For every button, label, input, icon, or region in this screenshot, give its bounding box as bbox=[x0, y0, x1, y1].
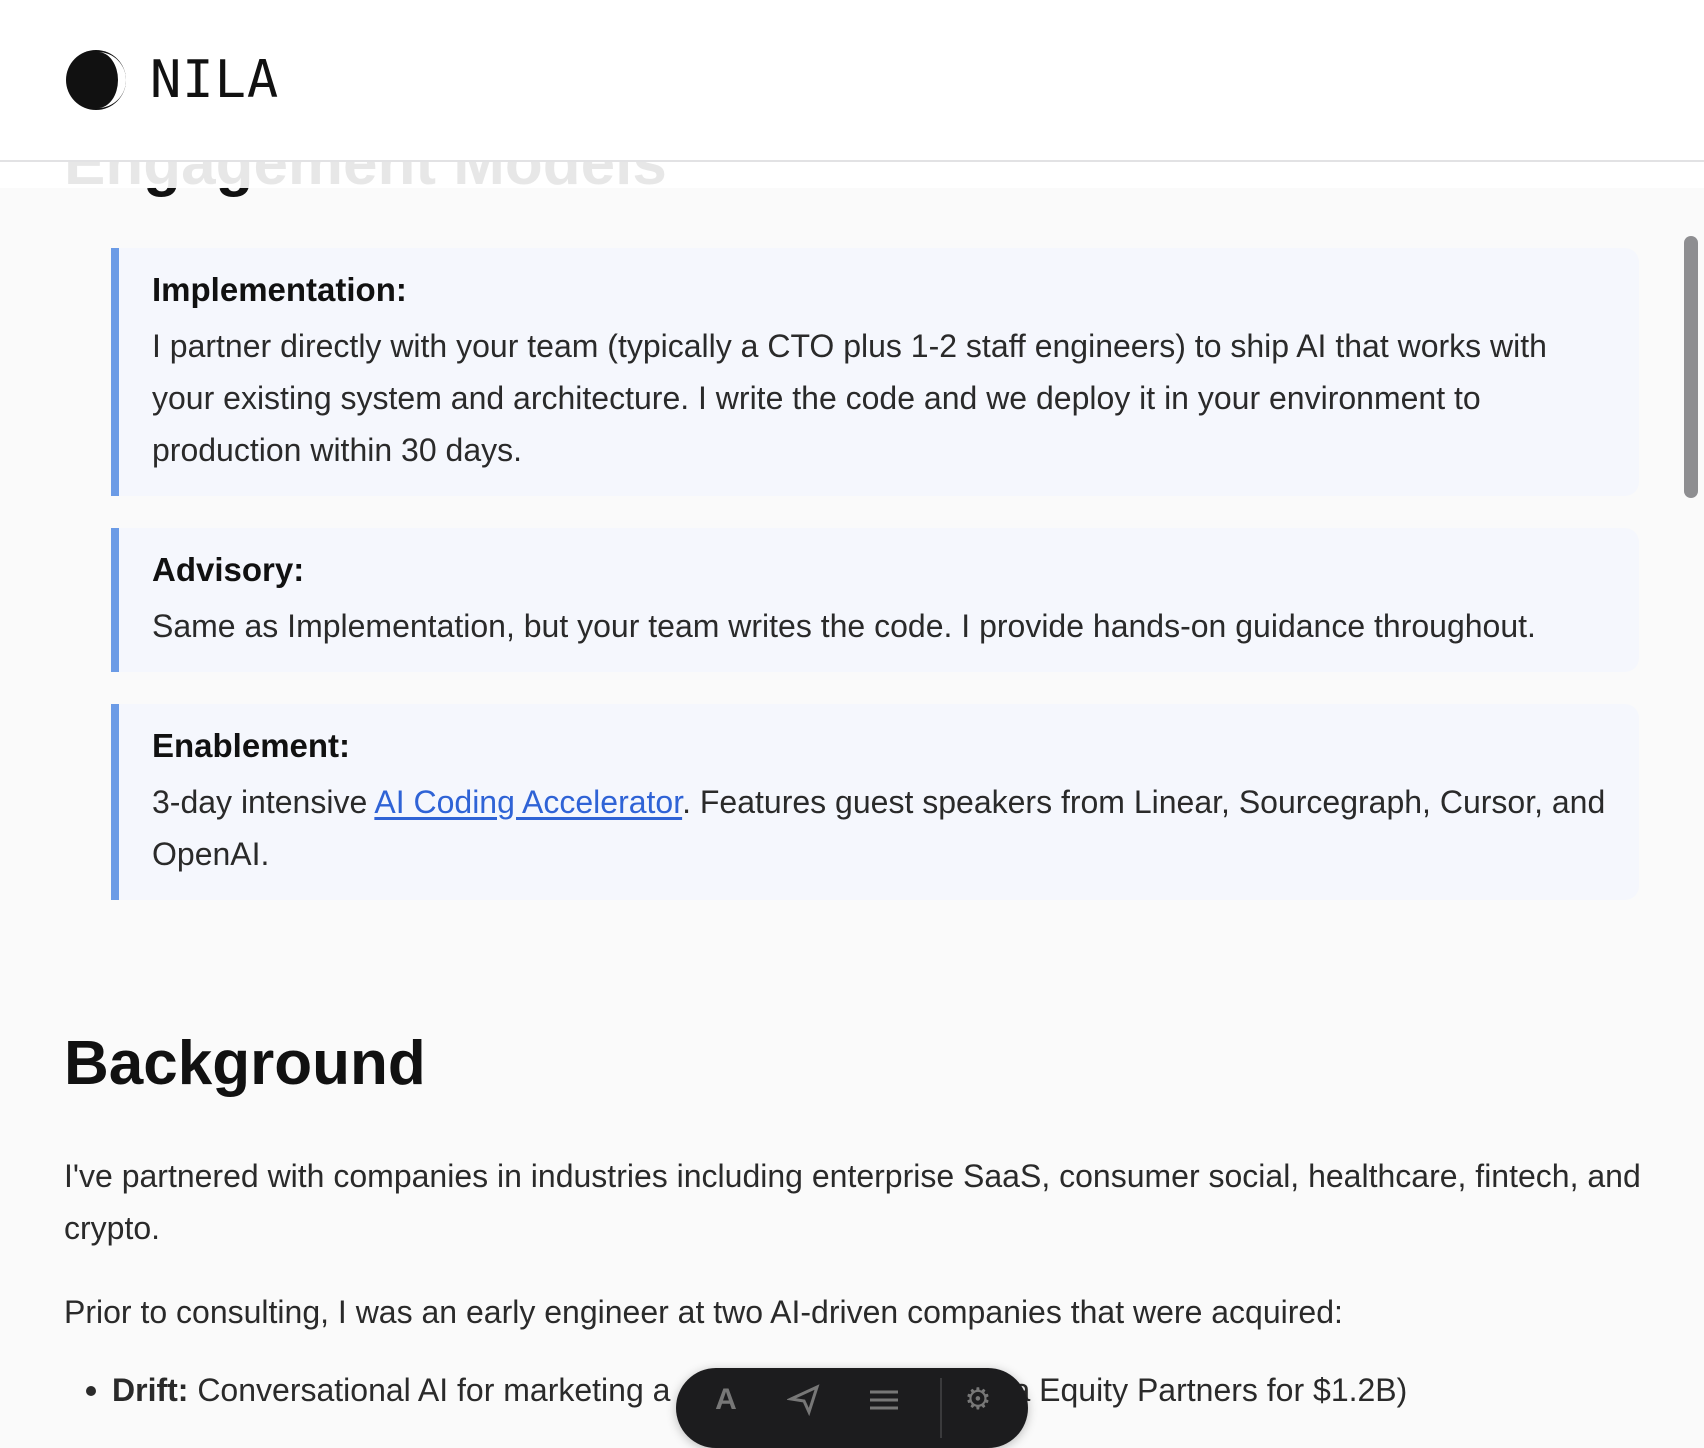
section-title-background: Background bbox=[64, 1029, 426, 1098]
callout-title: Enablement: bbox=[152, 727, 351, 764]
site-header: NILA bbox=[0, 0, 1704, 162]
floating-toolbar: A ⚙ bbox=[676, 1368, 1028, 1448]
callout-body: I partner directly with your team (typic… bbox=[152, 328, 1547, 468]
list-item-text-end: ista Equity Partners for $1.2B) bbox=[980, 1372, 1408, 1408]
background-paragraph-prior: Prior to consulting, I was an early engi… bbox=[64, 1294, 1343, 1330]
background-paragraph-industries: I've partnered with companies in industr… bbox=[64, 1158, 1641, 1246]
engagement-callout-implementation: Implementation: I partner directly with … bbox=[111, 248, 1639, 496]
logo-moon-icon[interactable] bbox=[64, 48, 128, 112]
toolbar-divider bbox=[940, 1378, 942, 1438]
callout-body-prefix: 3-day intensive bbox=[152, 784, 375, 820]
engagement-callout-enablement: Enablement: 3-day intensive AI Coding Ac… bbox=[111, 704, 1639, 900]
engagement-callout-advisory: Advisory: Same as Implementation, but yo… bbox=[111, 528, 1639, 672]
menu-lines-icon[interactable] bbox=[866, 1382, 902, 1418]
list-item-text-start: Conversational AI for marketing a bbox=[188, 1372, 671, 1408]
callout-body: 3-day intensive AI Coding Accelerator. F… bbox=[152, 776, 1609, 880]
scrollbar-thumb[interactable] bbox=[1684, 236, 1698, 498]
list-item-label: Drift: bbox=[112, 1372, 189, 1408]
callout-title: Implementation: bbox=[152, 271, 407, 308]
send-icon[interactable] bbox=[785, 1382, 822, 1418]
ai-coding-accelerator-link[interactable]: AI Coding Accelerator bbox=[374, 784, 682, 820]
brand-name[interactable]: NILA bbox=[150, 50, 279, 110]
letter-a-icon[interactable]: A bbox=[708, 1382, 744, 1418]
gear-icon[interactable]: ⚙ bbox=[960, 1382, 996, 1418]
header-fade bbox=[0, 162, 1704, 188]
callout-title: Advisory: bbox=[152, 551, 305, 588]
callout-body: Same as Implementation, but your team wr… bbox=[152, 608, 1536, 644]
bullet-dot bbox=[86, 1386, 96, 1396]
